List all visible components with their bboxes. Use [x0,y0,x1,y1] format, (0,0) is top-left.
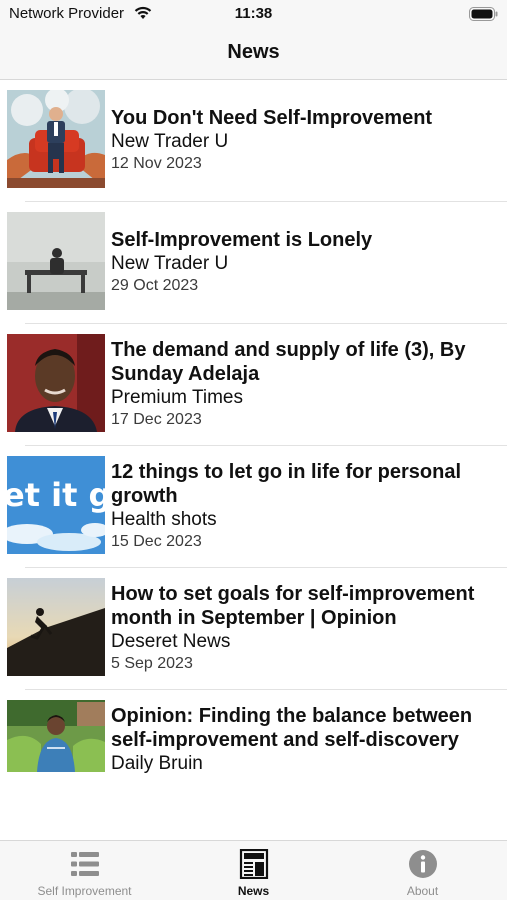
news-item[interactable]: You Don't Need Self-Improvement New Trad… [0,80,507,202]
tab-bar: Self Improvement News About [0,840,507,900]
news-item[interactable]: The demand and supply of life (3), By Su… [0,324,507,446]
news-source: Deseret News [111,631,231,652]
news-thumbnail-man-portrait [7,334,105,432]
news-source: Premium Times [111,387,243,408]
news-item[interactable]: Self-Improvement is Lonely New Trader U … [0,202,507,324]
navigation-bar: News [0,28,507,80]
news-title: 12 things to let go in life for personal… [111,461,462,507]
news-thumbnail-let-it-go-clouds: et it g [7,456,105,554]
news-thumbnail-person-on-bench-in-fog [7,212,105,310]
news-source: New Trader U [111,131,229,152]
news-item[interactable]: How to set goals for self-improvement mo… [0,568,507,690]
news-source: Daily Bruin [111,753,203,774]
news-date: 15 Dec 2023 [111,533,202,550]
news-item[interactable]: et it g 12 things to let go in life for … [0,446,507,568]
page-title: News [227,41,280,63]
news-title: You Don't Need Self-Improvement [111,107,433,129]
news-title: The demand and supply of life (3), By Su… [111,339,466,385]
news-date: 17 Dec 2023 [111,411,202,428]
status-bar: Network Provider 11:38 [0,0,507,28]
tab-label: News [237,884,270,898]
news-title: Opinion: Finding the balance between sel… [111,705,473,751]
news-source: New Trader U [111,253,229,274]
news-date: 5 Sep 2023 [111,655,193,672]
newspaper-icon [239,849,269,879]
tab-news[interactable]: News [169,841,338,900]
news-thumbnail-student-outdoors [7,700,105,772]
news-source: Health shots [111,509,217,530]
news-item[interactable]: Opinion: Finding the balance between sel… [0,690,507,840]
svg-text:et it g: et it g [7,476,105,514]
tab-label: Self Improvement [37,884,132,898]
tab-self-improvement[interactable]: Self Improvement [0,841,169,900]
news-date: 12 Nov 2023 [111,155,202,172]
info-icon [409,850,437,878]
tab-label: About [406,884,439,898]
tab-about[interactable]: About [338,841,507,900]
news-list[interactable]: You Don't Need Self-Improvement New Trad… [0,80,507,840]
news-thumbnail-man-in-red-armchair [7,90,105,188]
clock-label: 11:38 [234,5,273,22]
battery-icon [469,7,498,21]
news-thumbnail-climber-silhouette [7,578,105,676]
news-date: 29 Oct 2023 [111,277,199,294]
news-title: How to set goals for self-improvement mo… [111,583,475,629]
list-icon [71,852,99,876]
news-title: Self-Improvement is Lonely [111,229,373,251]
